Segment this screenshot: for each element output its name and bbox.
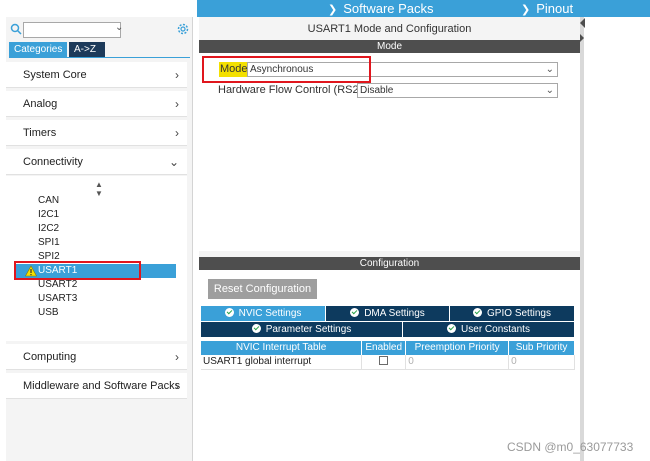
gear-icon[interactable] xyxy=(176,22,190,36)
chevron-right-icon: › xyxy=(175,97,179,111)
tab-categories[interactable]: Categories xyxy=(9,42,67,57)
pinout-menu[interactable]: ❯ Pinout xyxy=(521,0,573,17)
category-label: System Core xyxy=(23,69,87,81)
tab-nvic-settings[interactable]: NVIC Settings xyxy=(201,306,326,321)
check-circle-icon xyxy=(473,308,483,317)
tab-user-constants[interactable]: User Constants xyxy=(403,322,575,337)
tab-dma-settings[interactable]: DMA Settings xyxy=(326,306,450,321)
enabled-cell xyxy=(361,355,407,370)
tab-gpio-settings[interactable]: GPIO Settings xyxy=(450,306,575,321)
sort-icon[interactable]: ▲ ▼ xyxy=(95,180,103,198)
list-item-can[interactable]: CAN xyxy=(38,194,59,208)
tab-label: Parameter Settings xyxy=(265,324,352,335)
list-item-usart2[interactable]: USART2 xyxy=(38,278,77,292)
tab-label: User Constants xyxy=(461,324,530,335)
preemption-priority-value[interactable]: 0 xyxy=(405,355,510,370)
pinout-label: Pinout xyxy=(536,1,574,16)
chevron-down-icon[interactable]: ⌄ xyxy=(115,22,123,33)
top-menu-bar-right xyxy=(580,0,650,17)
category-system-core[interactable]: System Core › xyxy=(6,62,187,88)
tab-a-to-z[interactable]: A->Z xyxy=(69,42,105,57)
list-item-spi1[interactable]: SPI1 xyxy=(38,236,60,250)
category-label: Computing xyxy=(23,351,77,363)
nvic-interrupt-table: NVIC Interrupt Table Enabled Preemption … xyxy=(201,341,575,370)
column-header[interactable]: Sub Priority xyxy=(508,341,575,355)
software-packs-label: Software Packs xyxy=(343,1,434,16)
table-row[interactable]: USART1 global interrupt 0 0 xyxy=(201,355,575,370)
check-circle-icon xyxy=(350,308,360,317)
connectivity-list: ▲ ▼ CAN I2C1 I2C2 SPI1 SPI2 USART1 USART2… xyxy=(6,176,187,341)
category-label: Timers xyxy=(23,127,57,139)
panel-title: USART1 Mode and Configuration xyxy=(307,23,472,35)
list-item-usb[interactable]: USB xyxy=(38,306,59,320)
category-computing[interactable]: Computing › xyxy=(6,344,187,370)
tab-underline xyxy=(9,57,190,58)
configuration-section-header: Configuration xyxy=(199,257,580,270)
tab-label: GPIO Settings xyxy=(487,308,551,319)
chevron-down-icon: ⌄ xyxy=(545,64,554,75)
check-circle-icon xyxy=(224,308,234,317)
chevron-down-icon: ⌄ xyxy=(168,155,179,169)
list-item-i2c2[interactable]: I2C2 xyxy=(38,222,59,236)
categories-panel: ⌄ Categories A->Z System Core › Analog ›… xyxy=(6,17,193,461)
category-label: Analog xyxy=(23,98,58,110)
mode-section-header: Mode xyxy=(199,40,580,53)
category-label: Connectivity xyxy=(23,156,83,168)
tab-parameter-settings[interactable]: Parameter Settings xyxy=(201,322,403,337)
annotation-highlight-box xyxy=(202,56,371,83)
column-header[interactable]: Enabled xyxy=(361,341,407,355)
flow-control-select[interactable]: Disable ⌄ xyxy=(357,83,558,98)
chevron-right-icon: › xyxy=(175,68,179,82)
search-input[interactable] xyxy=(23,22,121,38)
annotation-highlight-box xyxy=(14,261,141,280)
column-header[interactable]: Preemption Priority xyxy=(405,341,510,355)
flow-control-value: Disable xyxy=(360,85,394,96)
collapse-right-icon[interactable] xyxy=(580,34,584,42)
mode-area: Mode Asynchronous ⌄ Hardware Flow Contro… xyxy=(199,53,580,251)
search-icon[interactable] xyxy=(10,23,22,35)
check-circle-icon xyxy=(251,324,261,333)
reset-configuration-button[interactable]: Reset Configuration xyxy=(208,279,317,299)
tab-label: NVIC Settings xyxy=(238,308,302,319)
category-middleware[interactable]: Middleware and Software Packs › xyxy=(6,373,187,399)
software-packs-menu[interactable]: ❯ Software Packs xyxy=(328,0,434,17)
category-connectivity[interactable]: Connectivity ⌄ xyxy=(6,149,187,175)
flow-control-label: Hardware Flow Control (RS232) xyxy=(218,84,375,96)
column-header[interactable]: NVIC Interrupt Table xyxy=(201,341,363,355)
enabled-checkbox[interactable] xyxy=(379,356,389,365)
chevron-right-icon: › xyxy=(175,379,179,393)
watermark: CSDN @m0_63077733 xyxy=(507,440,634,454)
chevron-down-icon: ⌄ xyxy=(545,85,554,96)
interrupt-name: USART1 global interrupt xyxy=(201,355,363,370)
chevron-right-icon: › xyxy=(175,350,179,364)
tab-label: DMA Settings xyxy=(364,308,425,319)
chevron-right-icon: › xyxy=(175,126,179,140)
list-item-usart3[interactable]: USART3 xyxy=(38,292,77,306)
configuration-area: Reset Configuration NVIC Settings DMA Se… xyxy=(199,270,580,461)
sub-priority-value[interactable]: 0 xyxy=(508,355,575,370)
panel-splitter[interactable] xyxy=(580,17,584,461)
mode-config-panel: USART1 Mode and Configuration Mode Mode … xyxy=(199,17,580,461)
collapse-left-icon[interactable] xyxy=(580,18,585,28)
check-circle-icon xyxy=(447,324,457,333)
search-row xyxy=(6,21,193,39)
category-tabs: Categories A->Z xyxy=(9,42,105,57)
category-timers[interactable]: Timers › xyxy=(6,120,187,146)
category-analog[interactable]: Analog › xyxy=(6,91,187,117)
category-label: Middleware and Software Packs xyxy=(23,380,181,392)
list-item-i2c1[interactable]: I2C1 xyxy=(38,208,59,222)
